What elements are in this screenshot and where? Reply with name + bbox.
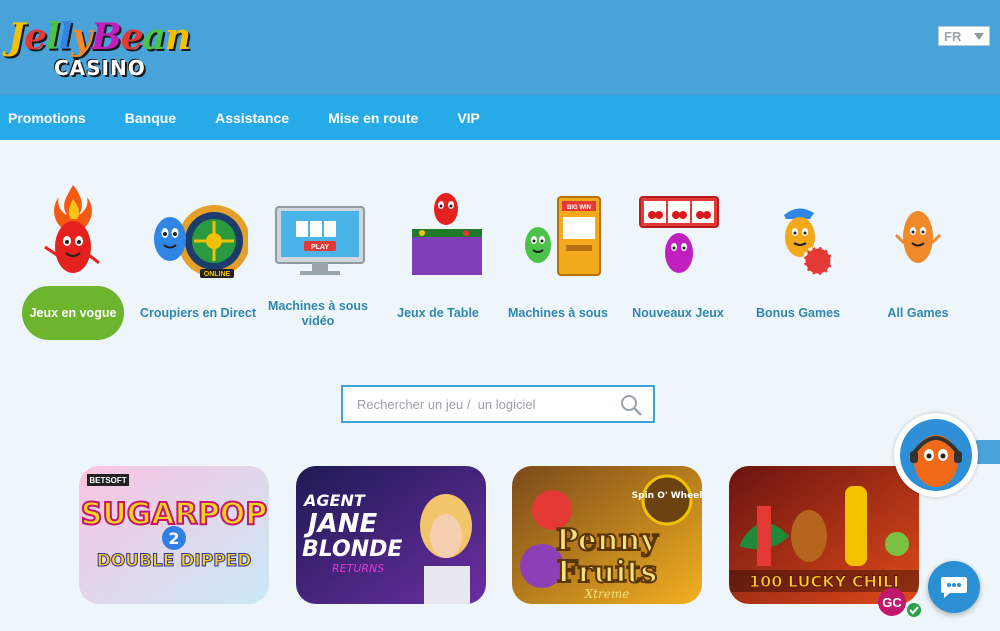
search-input[interactable] xyxy=(343,387,613,421)
flaming-bean-icon xyxy=(44,185,100,273)
game-subtitle: Xtreme xyxy=(584,587,630,601)
category-label: Machines à sous vidéo xyxy=(267,299,369,328)
gc-trust-badge: GC xyxy=(870,584,930,624)
gc-label: GC xyxy=(882,595,902,610)
logo-letter: B xyxy=(91,16,121,58)
provider-label: BETSOFT xyxy=(89,476,126,485)
search-icon[interactable] xyxy=(619,393,643,417)
game-tile-agent-jane-blonde[interactable]: AGENT JANE BLONDE RETURNS xyxy=(296,466,486,604)
big-win-label: BIG WIN xyxy=(567,205,591,211)
chat-bubble-icon xyxy=(941,577,967,598)
monitor-slot-icon: PLAY xyxy=(275,206,365,275)
language-select[interactable]: FR xyxy=(938,26,990,46)
nav-banque[interactable]: Banque xyxy=(125,110,176,126)
logo-subtitle: CASINO xyxy=(54,56,146,80)
category-label: Machines à sous xyxy=(507,306,609,320)
nav-assistance[interactable]: Assistance xyxy=(215,110,289,126)
game-subtitle: RETURNS xyxy=(332,562,384,575)
logo-letter: e xyxy=(24,16,47,58)
category-jeux-de-table[interactable]: Jeux de Table xyxy=(378,172,498,342)
spin-wheel-badge: Spin O' Wheel xyxy=(632,491,702,501)
online-label: ONLINE xyxy=(204,271,231,278)
jellybean-casino-logo[interactable]: JellyBean CASINO xyxy=(8,14,191,84)
game-title-line2: JANE xyxy=(303,509,378,539)
logo-letter: n xyxy=(164,16,191,58)
nav-promotions[interactable]: Promotions xyxy=(8,110,86,126)
logo-letter: e xyxy=(120,16,144,58)
chevron-down-icon xyxy=(974,33,984,40)
support-agent-avatar[interactable] xyxy=(894,413,978,497)
language-value: FR xyxy=(944,28,962,44)
game-title: Penny xyxy=(556,523,659,558)
category-machines-a-sous[interactable]: BIG WIN Machines à sous xyxy=(498,172,618,342)
headset-agent-icon xyxy=(900,419,972,491)
orange-bean-icon xyxy=(894,211,942,263)
logo-letter: a xyxy=(142,16,166,58)
game-title-line2: Fruits xyxy=(557,555,658,590)
main-nav: Promotions Banque Assistance Mise en rou… xyxy=(0,95,1000,140)
nav-vip[interactable]: VIP xyxy=(457,110,480,126)
site-header: JellyBean CASINO FR xyxy=(0,0,1000,95)
game-thumbnail: BETSOFT SUGARPOP 2 DOUBLE DIPPED xyxy=(79,466,269,604)
table-game-icon xyxy=(412,193,482,275)
play-label: PLAY xyxy=(311,244,329,251)
game-title-line3: BLONDE xyxy=(302,537,402,562)
category-label: Jeux de Table xyxy=(397,306,479,320)
category-label: Croupiers en Direct xyxy=(139,306,256,320)
category-machines-video[interactable]: PLAY Machines à sous vidéo xyxy=(258,172,378,342)
logo-letter: y xyxy=(71,16,92,58)
category-bonus-games[interactable]: Bonus Games xyxy=(738,172,858,342)
game-subtitle: DOUBLE DIPPED xyxy=(97,551,252,571)
category-label: Nouveaux Jeux xyxy=(632,306,724,320)
game-thumbnail: Spin O' Wheel Penny Fruits Xtreme xyxy=(512,466,702,604)
category-label: Jeux en vogue xyxy=(22,286,124,340)
game-tile-penny-fruits[interactable]: Spin O' Wheel Penny Fruits Xtreme xyxy=(512,466,702,604)
category-label: All Games xyxy=(887,306,949,320)
chat-button[interactable] xyxy=(928,561,980,613)
category-nouveaux-jeux[interactable]: Nouveaux Jeux xyxy=(618,172,738,342)
category-jeux-en-vogue[interactable]: Jeux en vogue xyxy=(13,172,133,342)
category-croupiers-en-direct[interactable]: ONLINE Croupiers en Direct xyxy=(138,172,258,342)
nav-mise-en-route[interactable]: Mise en route xyxy=(328,110,418,126)
logo-wordmark: JellyBean xyxy=(8,16,191,58)
game-tile-sugarpop[interactable]: BETSOFT SUGARPOP 2 DOUBLE DIPPED xyxy=(79,466,269,604)
game-thumbnail: AGENT JANE BLONDE RETURNS xyxy=(296,466,486,604)
game-grid: BETSOFT SUGARPOP 2 DOUBLE DIPPED AGENT J… xyxy=(0,466,1000,606)
cherries-reel-icon xyxy=(639,196,719,273)
category-all-games[interactable]: All Games xyxy=(858,172,978,342)
gc-badge-icon: GC xyxy=(878,588,921,617)
logo-letter: J xyxy=(8,16,25,58)
logo-letter: l xyxy=(58,16,73,58)
slot-machine-icon: BIG WIN xyxy=(525,196,601,276)
logo-letter: l xyxy=(45,16,60,58)
roulette-wheel-icon: ONLINE xyxy=(154,205,248,278)
game-title-number: 2 xyxy=(168,529,179,548)
category-label: Bonus Games xyxy=(755,306,841,320)
bonus-bean-icon xyxy=(784,208,834,277)
game-search xyxy=(341,385,655,423)
game-title: AGENT xyxy=(302,491,366,510)
game-categories: Jeux en vogue ONLINE Croupiers en Direct… xyxy=(0,172,1000,342)
